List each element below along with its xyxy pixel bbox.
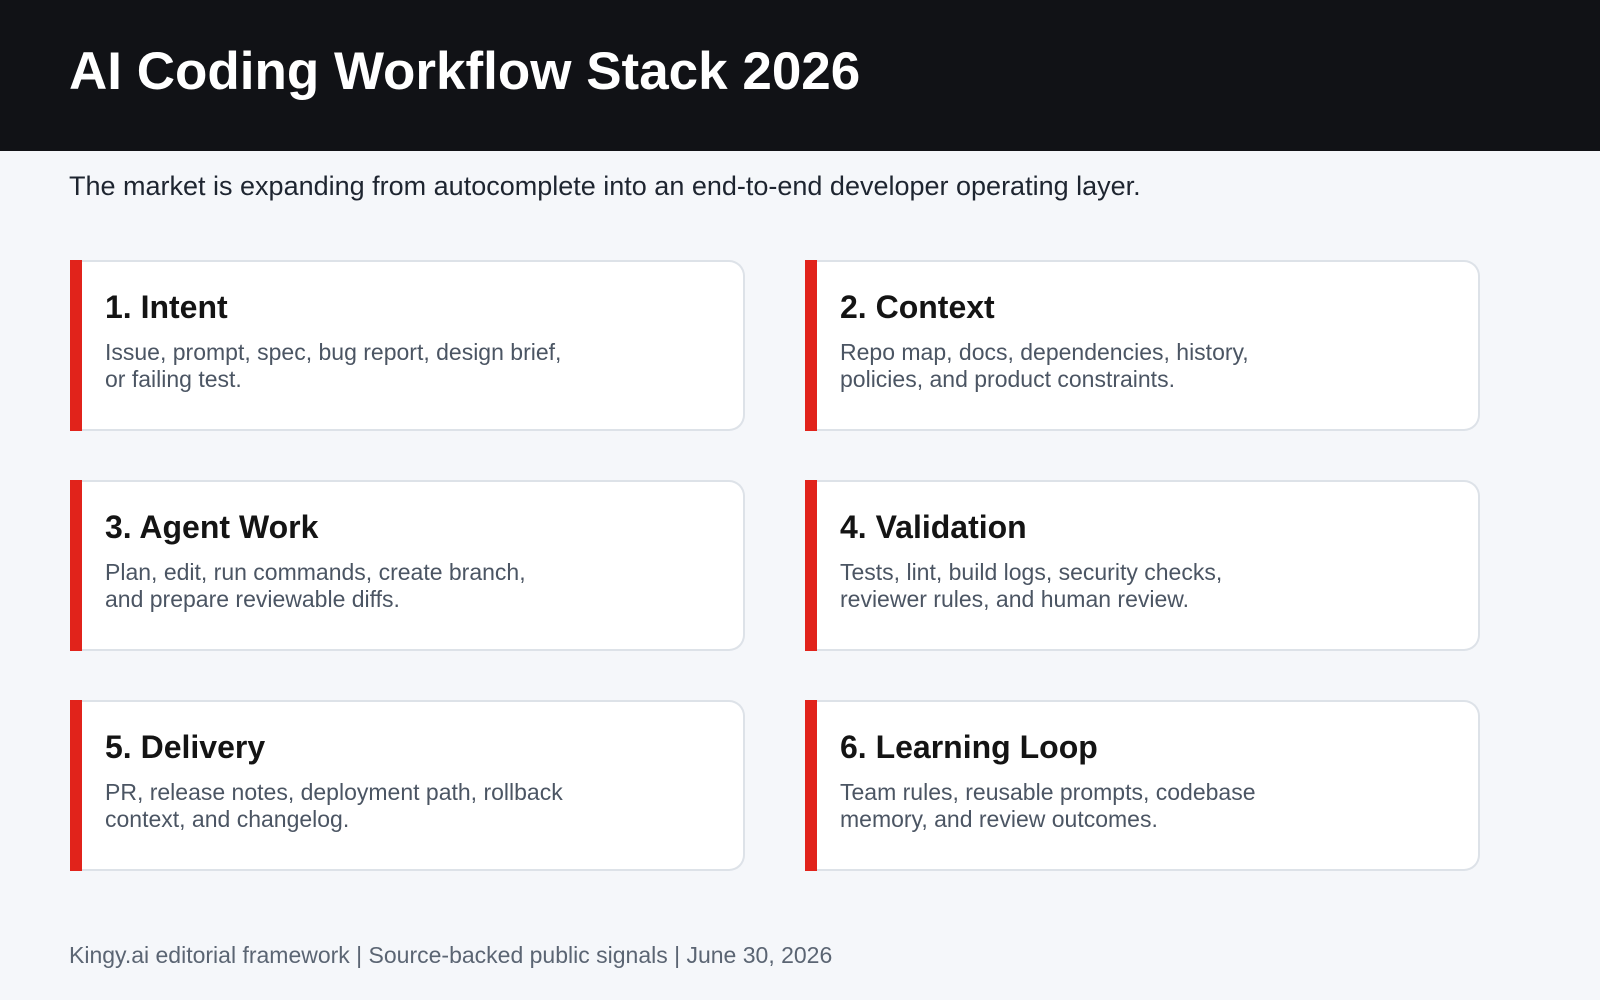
stage-card-delivery: 5. Delivery PR, release notes, deploymen… bbox=[70, 700, 745, 871]
stage-title: 4. Validation bbox=[840, 509, 1027, 545]
stage-card-agent-work: 3. Agent Work Plan, edit, run commands, … bbox=[70, 480, 745, 651]
stage-title: 3. Agent Work bbox=[105, 509, 319, 545]
stage-card-learning-loop: 6. Learning Loop Team rules, reusable pr… bbox=[805, 700, 1480, 871]
stage-description: Tests, lint, build logs, security checks… bbox=[840, 559, 1223, 612]
stage-description: Team rules, reusable prompts, codebase m… bbox=[840, 779, 1256, 832]
stage-description: Issue, prompt, spec, bug report, design … bbox=[105, 339, 562, 392]
stage-card-validation: 4. Validation Tests, lint, build logs, s… bbox=[805, 480, 1480, 651]
stage-title: 2. Context bbox=[840, 289, 995, 325]
stage-title: 5. Delivery bbox=[105, 729, 266, 765]
stage-description: Plan, edit, run commands, create branch,… bbox=[105, 559, 526, 612]
stage-title: 1. Intent bbox=[105, 289, 228, 325]
footer-credit: Kingy.ai editorial framework | Source-ba… bbox=[69, 942, 833, 968]
stage-description: Repo map, docs, dependencies, history, p… bbox=[840, 339, 1249, 392]
stage-description: PR, release notes, deployment path, roll… bbox=[105, 779, 563, 832]
page-title: AI Coding Workflow Stack 2026 bbox=[69, 42, 861, 101]
header-banner: AI Coding Workflow Stack 2026 bbox=[0, 0, 1600, 151]
page-subtitle: The market is expanding from autocomplet… bbox=[69, 171, 1141, 201]
stage-card-intent: 1. Intent Issue, prompt, spec, bug repor… bbox=[70, 260, 745, 431]
stage-title: 6. Learning Loop bbox=[840, 729, 1098, 765]
stage-card-context: 2. Context Repo map, docs, dependencies,… bbox=[805, 260, 1480, 431]
